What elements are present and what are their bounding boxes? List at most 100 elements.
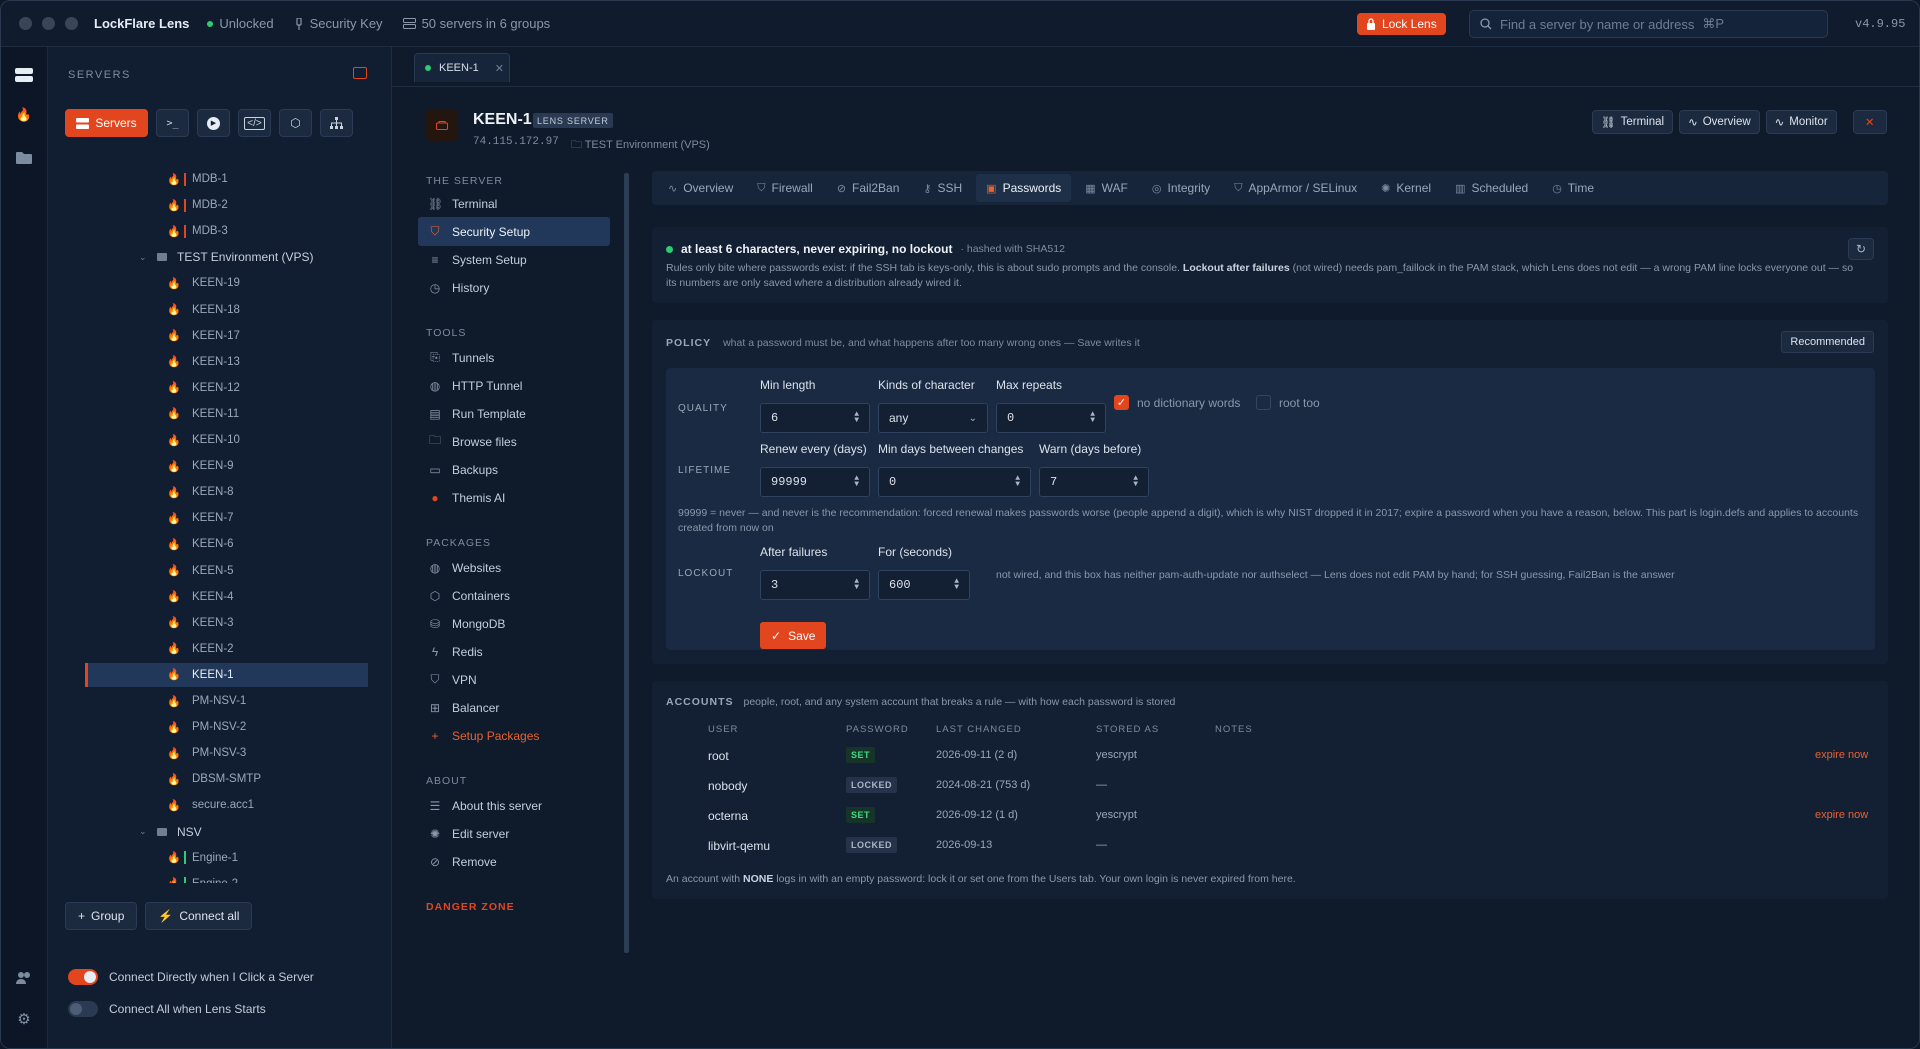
stepper-icon[interactable]: ▲ ▼ — [854, 475, 859, 489]
tree-server[interactable]: 🔥 KEEN-4 — [85, 585, 368, 609]
settings-gear-icon[interactable]: ⚙ — [14, 1009, 34, 1029]
code-tool-button[interactable]: </> — [238, 109, 271, 137]
nav-history[interactable]: ◷ History — [418, 273, 610, 302]
renew-days-input[interactable]: 99999 ▲ ▼ — [760, 467, 870, 497]
chevron-down-icon[interactable]: ⌄ — [139, 826, 151, 837]
tree-server[interactable]: 🔥 Engine-1 — [85, 846, 368, 870]
tab-scheduled[interactable]: ▥ Scheduled — [1445, 174, 1538, 202]
terminal-tool-button[interactable]: >_ — [156, 109, 189, 137]
tree-server[interactable]: 🔥 KEEN-18 — [85, 298, 368, 322]
flame-rail-icon[interactable]: 🔥 — [14, 105, 34, 125]
connect-on-start-toggle[interactable] — [68, 1001, 98, 1017]
tab-keen-1[interactable]: KEEN-1 ✕ — [414, 53, 510, 82]
servers-rail-icon[interactable] — [14, 65, 34, 85]
after-failures-input[interactable]: 3 ▲ ▼ — [760, 570, 870, 600]
tree-server[interactable]: 🔥 KEEN-17 — [85, 324, 368, 348]
add-group-button[interactable]: + Group — [65, 902, 138, 930]
maximize-window-button[interactable] — [65, 17, 78, 30]
tree-server[interactable]: 🔥 KEEN-1 — [85, 662, 368, 687]
min-days-input[interactable]: 0 ▲ ▼ — [878, 467, 1031, 497]
tree-server[interactable]: 🔥 KEEN-11 — [85, 402, 368, 426]
no-dictionary-checkbox[interactable]: ✓ no dictionary words — [1114, 395, 1240, 410]
terminal-button[interactable]: ⛓ Terminal — [1592, 110, 1674, 134]
tab-fail2ban[interactable]: ⊘ Fail2Ban — [827, 174, 910, 202]
stepper-icon[interactable]: ▲ ▼ — [854, 578, 859, 592]
tree-server[interactable]: 🔥 KEEN-6 — [85, 532, 368, 556]
close-server-button[interactable]: ✕ — [1852, 110, 1887, 134]
save-button[interactable]: ✓ Save — [760, 622, 827, 649]
tab-time[interactable]: ◷ Time — [1542, 174, 1604, 202]
folder-rail-icon[interactable] — [14, 147, 34, 167]
users-rail-icon[interactable] — [14, 967, 34, 987]
run-tool-button[interactable]: ▶ — [197, 109, 230, 137]
expire-now-link[interactable]: expire now — [1815, 749, 1868, 761]
overview-button[interactable]: ∿ Overview — [1679, 110, 1760, 134]
tree-server[interactable]: 🔥 PM-NSV-1 — [85, 689, 368, 713]
tree-server[interactable]: 🔥 DBSM-SMTP — [85, 767, 368, 791]
for-seconds-input[interactable]: 600 ▲ ▼ — [878, 570, 970, 600]
stepper-icon[interactable]: ▲ ▼ — [854, 411, 859, 425]
nav-redis[interactable]: ϟ Redis — [418, 637, 610, 666]
tree-server[interactable]: 🔥 MDB-1 — [85, 167, 368, 191]
stepper-icon[interactable]: ▲ ▼ — [1015, 475, 1020, 489]
tree-server[interactable]: 🔥 MDB-2 — [85, 193, 368, 217]
tree-server[interactable]: 🔥 secure.acc1 — [85, 793, 368, 817]
tab-waf[interactable]: ▦ WAF — [1075, 174, 1138, 202]
chevron-down-icon[interactable]: ⌄ — [139, 252, 151, 263]
tree-server[interactable]: 🔥 KEEN-2 — [85, 637, 368, 661]
nav-balancer[interactable]: ⊞ Balancer — [418, 693, 610, 722]
stepper-icon[interactable]: ▲ ▼ — [1090, 411, 1095, 425]
expire-now-link[interactable]: expire now — [1815, 809, 1868, 821]
tree-server[interactable]: 🔥 PM-NSV-2 — [85, 715, 368, 739]
connect-all-button[interactable]: ⚡ Connect all — [145, 902, 253, 930]
tree-server[interactable]: 🔥 KEEN-12 — [85, 376, 368, 400]
nav-themis-ai[interactable]: ● Themis AI — [418, 483, 610, 512]
nav-browse-files[interactable]: 🗀 Browse files — [418, 427, 610, 456]
tree-server[interactable]: 🔥 PM-NSV-3 — [85, 741, 368, 765]
stepper-icon[interactable]: ▲ ▼ — [954, 578, 959, 592]
tab-passwords[interactable]: ▣ Passwords — [976, 174, 1072, 202]
tree-server[interactable]: 🔥 KEEN-9 — [85, 454, 368, 478]
tab-ssh[interactable]: ⚷ SSH — [913, 174, 972, 202]
tree-server[interactable]: 🔥 KEEN-19 — [85, 271, 368, 295]
package-tool-button[interactable]: ⬡ — [279, 109, 312, 137]
tree-server[interactable]: 🔥 KEEN-8 — [85, 480, 368, 504]
kinds-select[interactable]: any ⌄ — [878, 403, 988, 433]
nav-vpn[interactable]: ⛉ VPN — [418, 665, 610, 694]
nav-run-template[interactable]: ▤ Run Template — [418, 399, 610, 428]
tab-integrity[interactable]: ◎ Integrity — [1142, 174, 1220, 202]
max-repeats-input[interactable]: 0 ▲ ▼ — [996, 403, 1106, 433]
tree-group[interactable]: ⌄TEST Environment (VPS)⚡ — [85, 245, 368, 269]
tree-server[interactable]: 🔥 KEEN-10 — [85, 428, 368, 452]
sidebar-collapse-icon[interactable] — [353, 67, 367, 79]
nav-setup-packages[interactable]: + Setup Packages — [418, 721, 610, 750]
nav-edit-server[interactable]: ✺ Edit server — [418, 819, 610, 848]
tree-server[interactable]: 🔥 Engine-2 — [85, 872, 368, 883]
nav-scrollbar[interactable] — [624, 173, 629, 953]
tab-apparmor[interactable]: ⛉ AppArmor / SELinux — [1224, 174, 1367, 202]
refresh-button[interactable]: ↻ — [1848, 238, 1874, 260]
lock-lens-button[interactable]: Lock Lens — [1357, 13, 1446, 35]
tree-server[interactable]: 🔥 KEEN-3 — [85, 611, 368, 635]
nav-backups[interactable]: ▭ Backups — [418, 455, 610, 484]
tree-server[interactable]: 🔥 KEEN-7 — [85, 506, 368, 530]
recommended-button[interactable]: Recommended — [1781, 331, 1874, 353]
nav-remove[interactable]: ⊘ Remove — [418, 847, 610, 876]
monitor-button[interactable]: ∿ Monitor — [1765, 110, 1837, 134]
nav-terminal[interactable]: ⛓ Terminal — [418, 189, 610, 218]
nav-tunnels[interactable]: ⎘ Tunnels — [418, 343, 610, 372]
tab-overview[interactable]: ∿ Overview — [658, 174, 743, 202]
min-length-input[interactable]: 6 ▲ ▼ — [760, 403, 870, 433]
server-search-input[interactable]: Find a server by name or address ⌘P — [1469, 10, 1828, 38]
connect-directly-toggle[interactable] — [68, 969, 98, 985]
close-tab-icon[interactable]: ✕ — [495, 62, 504, 75]
stepper-icon[interactable]: ▲ ▼ — [1133, 475, 1138, 489]
topology-tool-button[interactable] — [320, 109, 353, 137]
tree-server[interactable]: 🔥 KEEN-5 — [85, 559, 368, 583]
tab-firewall[interactable]: ⛉ Firewall — [747, 174, 823, 202]
tree-server[interactable]: 🔥 KEEN-13 — [85, 350, 368, 374]
close-window-button[interactable] — [19, 17, 32, 30]
tree-group[interactable]: ⌄NSV⚡ — [85, 820, 368, 844]
tree-server[interactable]: 🔥 MDB-3 — [85, 219, 368, 243]
warn-days-input[interactable]: 7 ▲ ▼ — [1039, 467, 1149, 497]
